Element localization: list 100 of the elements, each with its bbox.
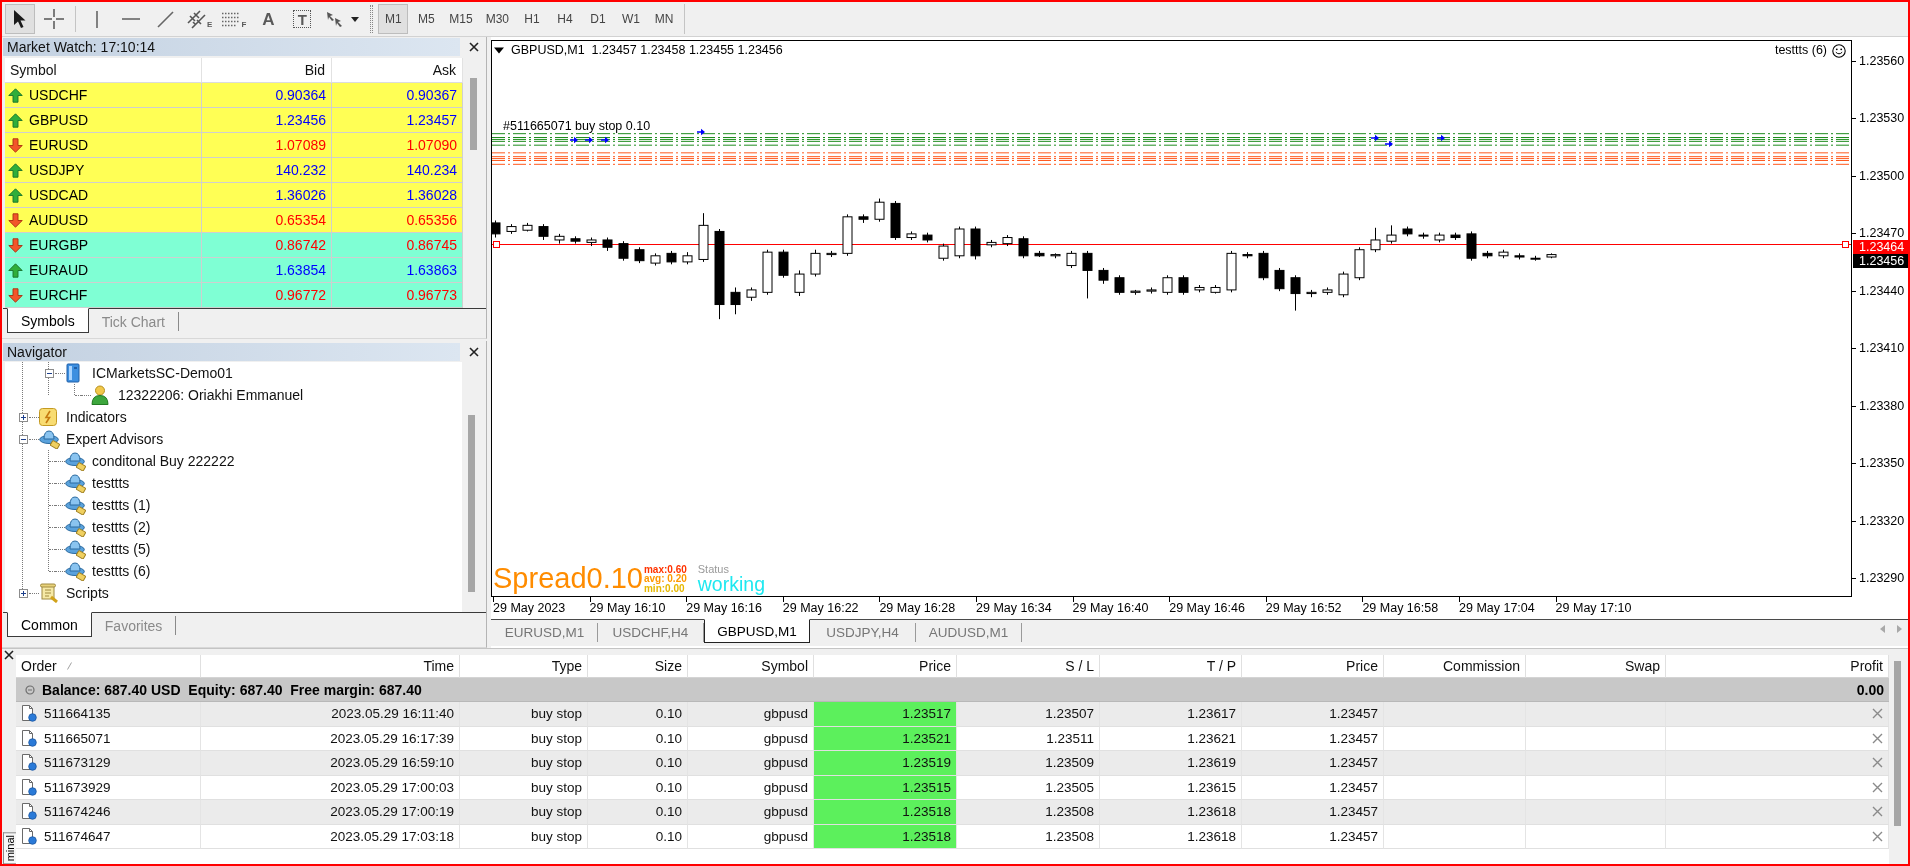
minus-icon[interactable] <box>44 368 54 378</box>
hat-icon <box>65 561 87 581</box>
order-id: 511664135 <box>44 706 111 722</box>
column-header[interactable]: Ask <box>332 58 463 83</box>
order-label: #511665071 buy stop 0.10 <box>503 120 651 133</box>
price-scale-label: 1.23530 <box>1859 110 1905 127</box>
chart-tab[interactable]: USDJPY,H4 <box>810 623 916 642</box>
price-scale-label: 1.23470 <box>1859 225 1905 242</box>
order-type: buy stop <box>460 824 588 849</box>
status-label: Status <box>697 564 730 575</box>
timeframe-button[interactable]: M30 <box>480 4 515 34</box>
panel-tab[interactable]: Symbols <box>7 308 89 333</box>
timeframe-button[interactable]: M1 <box>378 4 409 34</box>
arrow-marker-icon <box>1385 140 1393 148</box>
tree-item[interactable]: Scripts <box>66 585 109 601</box>
scrollbar-thumb[interactable] <box>470 78 477 150</box>
column-header[interactable]: Bid <box>202 58 332 83</box>
order-size: 0.10 <box>588 824 688 849</box>
order-id: 511674647 <box>44 828 111 844</box>
hat-icon <box>65 539 87 559</box>
ask-price: 1.07090 <box>406 137 457 153</box>
tree-item[interactable]: ICMarketsSC-Demo01 <box>92 365 233 381</box>
symbol-name: EURCHF <box>29 287 88 303</box>
market-watch-row[interactable]: USDCAD 1.36026 1.36028 <box>5 183 463 208</box>
tool-button[interactable]: F <box>219 4 250 34</box>
tree-item[interactable]: testtts (1) <box>92 497 151 513</box>
tool-button[interactable] <box>5 4 35 34</box>
spread-value: Spread0.10 <box>493 564 643 593</box>
caret-down-icon <box>351 16 360 22</box>
user-icon <box>91 385 109 405</box>
tree-item[interactable]: conditonal Buy 222222 <box>92 453 235 469</box>
tree-item[interactable]: testtts (6) <box>92 563 151 579</box>
market-watch-row[interactable]: EURGBP 0.86742 0.86745 <box>5 233 463 258</box>
timeframe-button[interactable]: M15 <box>444 4 478 34</box>
tool-button[interactable]: T <box>287 4 318 34</box>
time-scale-label: 29 May 17:10 <box>1555 600 1632 616</box>
market-watch-row[interactable]: GBPUSD 1.23456 1.23457 <box>5 108 463 133</box>
market-watch-row[interactable]: AUDUSD 0.65354 0.65356 <box>5 208 463 233</box>
order-price: 1.23521 <box>814 726 957 751</box>
order-type: buy stop <box>460 702 588 727</box>
tool-button[interactable]: E <box>184 4 216 34</box>
symbol-name: EURAUD <box>29 262 89 278</box>
timeframe-button[interactable]: MN <box>649 4 680 34</box>
column-header[interactable]: Symbol <box>5 58 202 83</box>
chart-tab[interactable]: GBPUSD,M1 <box>704 619 810 643</box>
symbol-name: USDCHF <box>29 87 88 103</box>
tree-item[interactable]: 12322206: Oriakhi Emmanuel <box>118 387 304 403</box>
column-header[interactable]: Order <box>21 658 57 674</box>
bid-price: 0.86742 <box>275 237 326 253</box>
caret-down-icon[interactable] <box>494 47 504 54</box>
market-price: 1.23457 <box>1242 702 1384 727</box>
chart-tab[interactable]: EURUSD,M1 <box>492 623 598 642</box>
order-time: 2023.05.29 16:11:40 <box>201 702 460 727</box>
price-tag: 1.23464 <box>1853 240 1908 254</box>
scrollbar-thumb[interactable] <box>1894 661 1901 826</box>
market-watch-row[interactable]: USDCHF 0.90364 0.90367 <box>5 83 463 108</box>
ask-price: 140.234 <box>406 162 457 178</box>
take-profit-price: 1.23617 <box>1100 702 1242 727</box>
plus-icon[interactable] <box>18 588 28 598</box>
timeframe-button[interactable]: H1 <box>517 4 548 34</box>
market-watch-row[interactable]: EURCHF 0.96772 0.96773 <box>5 283 463 308</box>
order-price: 1.23518 <box>814 824 957 849</box>
market-watch-row[interactable]: EURUSD 1.07089 1.07090 <box>5 133 463 158</box>
market-watch-row[interactable]: USDJPY 140.232 140.234 <box>5 158 463 183</box>
timeframe-button[interactable]: M5 <box>411 4 442 34</box>
tree-item[interactable]: testtts (2) <box>92 519 151 535</box>
close-icon[interactable] <box>4 650 14 660</box>
timeframe-button[interactable]: H4 <box>550 4 581 34</box>
spread-stat: min:0.00 <box>643 583 686 593</box>
stop-loss-price: 1.23508 <box>957 824 1100 849</box>
chart-tab[interactable]: AUDUSD,M1 <box>916 623 1022 642</box>
hat-icon <box>65 473 87 493</box>
order-id: 511673929 <box>44 779 111 795</box>
scroll-left-icon[interactable] <box>1880 625 1885 633</box>
tool-button[interactable]: A <box>253 4 284 34</box>
terminal-tab-label[interactable]: minal <box>2 831 16 864</box>
time-scale-label: 29 May 16:34 <box>976 600 1052 616</box>
tree-item[interactable]: testtts <box>92 475 130 491</box>
tree-item[interactable]: Indicators <box>66 409 127 425</box>
scrollbar-thumb[interactable] <box>468 415 475 592</box>
plus-icon[interactable] <box>18 412 28 422</box>
tree-item[interactable]: testtts (5) <box>92 541 151 557</box>
scroll-right-icon[interactable] <box>1897 625 1902 633</box>
minus-icon[interactable] <box>18 434 28 444</box>
timeframe-button[interactable]: D1 <box>583 4 614 34</box>
price-scale-label: 1.23350 <box>1859 455 1905 472</box>
ask-price: 1.36028 <box>406 187 457 203</box>
take-profit-price: 1.23619 <box>1100 751 1242 776</box>
close-icon[interactable] <box>469 42 479 52</box>
tree-item[interactable]: Expert Advisors <box>66 431 164 447</box>
market-watch-row[interactable]: EURAUD 1.63854 1.63863 <box>5 258 463 283</box>
close-icon[interactable] <box>469 347 479 357</box>
timeframe-button[interactable]: W1 <box>616 4 647 34</box>
symbol-name: EURUSD <box>29 137 89 153</box>
time-scale-label: 29 May 16:52 <box>1265 600 1342 616</box>
horizontal-line-icon <box>122 18 140 20</box>
ask-price: 0.65356 <box>406 212 457 228</box>
panel-tab[interactable]: Common <box>7 612 92 637</box>
expert-name: testtts (6) <box>1774 43 1827 58</box>
symbol-name: USDJPY <box>29 162 85 178</box>
